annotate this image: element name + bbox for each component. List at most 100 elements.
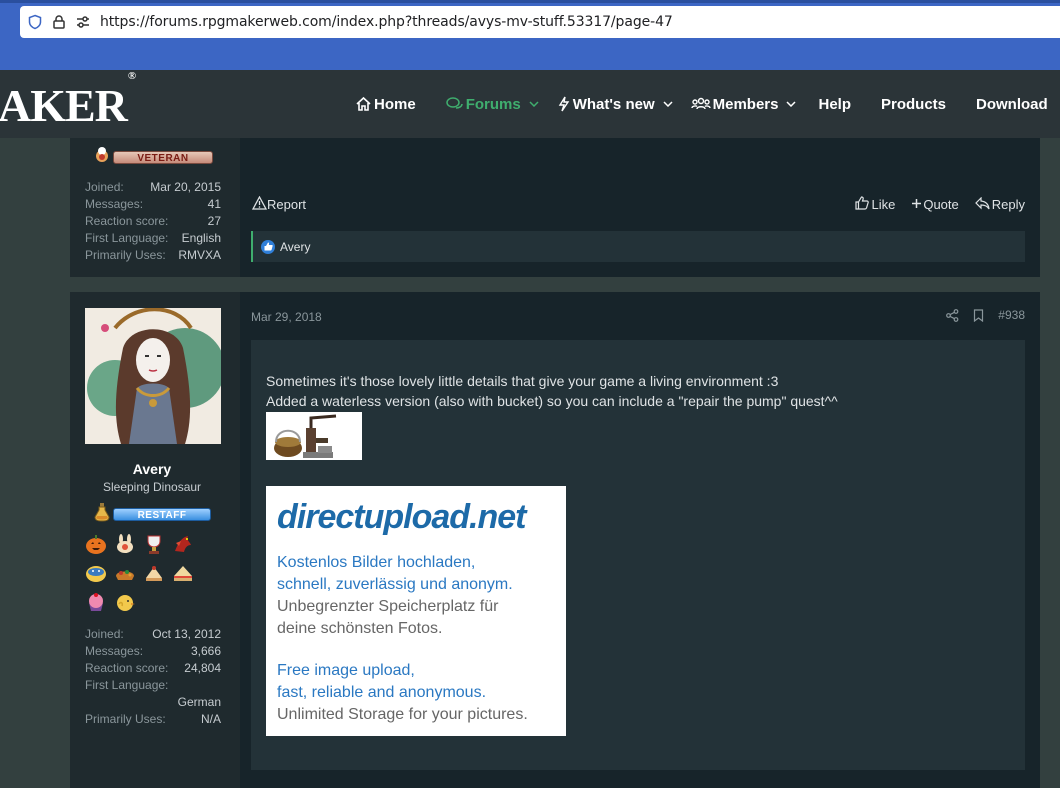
post-meta-actions: #938 <box>932 308 1025 322</box>
cupcake-icon[interactable] <box>84 590 108 614</box>
trophy-cup-icon[interactable] <box>142 532 166 556</box>
stat-messages: Messages: 41 <box>85 197 221 211</box>
message-line-2: Added a waterless version (also with buc… <box>266 393 838 409</box>
bolt-icon <box>557 96 571 112</box>
site-logo[interactable]: AKER® <box>0 70 136 132</box>
previous-post-content: Report Like Quote Reply Avery <box>240 138 1040 277</box>
chevron-down-icon[interactable] <box>786 101 797 107</box>
report-button[interactable]: Report <box>251 195 307 213</box>
snake-icon[interactable] <box>84 561 108 585</box>
url-text[interactable]: https://forums.rpgmakerweb.com/index.php… <box>100 14 673 30</box>
stat-primarily-uses: Primarily Uses: N/A <box>85 712 221 726</box>
stat-first-language-value: German <box>177 695 221 709</box>
previous-post: VETERAN Joined: Mar 20, 2015 Messages: 41 … <box>70 138 1040 277</box>
user-stats: Joined: Oct 13, 2012 Messages: 3,666 React… <box>85 626 221 728</box>
chef-icon <box>93 146 111 169</box>
stat-messages: Messages: 3,666 <box>85 644 221 658</box>
like-button[interactable]: Like <box>855 196 895 213</box>
site-header: AKER® Home Forums What's new Members Hel… <box>0 70 1060 138</box>
avatar-illustration <box>85 308 221 444</box>
nav-download-label: Download <box>976 95 1048 113</box>
pump-sprite-image[interactable] <box>266 412 362 460</box>
like-reaction-icon <box>261 239 275 254</box>
dragon-icon[interactable] <box>171 532 195 556</box>
users-icon <box>690 96 711 112</box>
nav-home-label: Home <box>374 95 416 113</box>
warning-icon <box>251 195 268 213</box>
du-line-1: Kostenlos Bilder hochladen, <box>277 554 476 571</box>
reply-icon <box>974 196 990 213</box>
plus-icon <box>911 197 922 212</box>
directupload-placeholder-image[interactable]: directupload.net Kostenlos Bilder hochla… <box>266 486 566 736</box>
browser-top-edge <box>0 0 1060 3</box>
reaction-user-link[interactable]: Avery <box>280 240 310 254</box>
share-icon[interactable] <box>946 308 959 322</box>
user-title: Sleeping Dinosaur <box>102 480 202 494</box>
logo-trademark: ® <box>127 69 136 82</box>
post-content: Mar 29, 2018 #938 Sometimes it's those l… <box>240 292 1040 788</box>
stat-joined: Joined: Oct 13, 2012 <box>85 627 221 641</box>
stat-reaction-score: Reaction score: 27 <box>85 214 221 228</box>
stat-joined: Joined: Mar 20, 2015 <box>85 180 221 194</box>
report-label: Report <box>267 197 307 212</box>
nav-products-label: Products <box>881 95 947 113</box>
reactions-bar[interactable]: Avery <box>251 231 1025 262</box>
lock-icon[interactable] <box>50 13 68 31</box>
sandwich-icon[interactable] <box>171 561 195 585</box>
nav-members[interactable]: Members <box>690 70 797 138</box>
water-pump-icon <box>266 412 362 460</box>
du-line-6: fast, reliable and anonymous. <box>277 684 487 701</box>
stat-reaction-score: Reaction score: 24,804 <box>85 661 221 675</box>
nav-forums-label: Forums <box>465 95 521 113</box>
bunny-icon[interactable] <box>113 532 137 556</box>
cake-slice-icon[interactable] <box>142 561 166 585</box>
message-line-1: Sometimes it's those lovely little detai… <box>266 373 779 389</box>
potion-icon <box>93 502 111 527</box>
user-stats: Joined: Mar 20, 2015 Messages: 41 Reaction… <box>85 179 221 264</box>
message-text: Sometimes it's those lovely little detai… <box>266 371 838 411</box>
username[interactable]: Avery <box>70 461 234 477</box>
nav-members-label: Members <box>712 95 779 113</box>
rank-label: RESTAFF <box>113 508 211 521</box>
directupload-logo: directupload.net <box>277 498 526 536</box>
chat-icon <box>445 96 464 112</box>
quote-button[interactable]: Quote <box>911 197 959 212</box>
nav-download[interactable]: Download <box>976 70 1048 138</box>
rank-label: VETERAN <box>113 151 213 164</box>
nav-help-label: Help <box>818 95 851 113</box>
post-date[interactable]: Mar 29, 2018 <box>251 310 322 324</box>
forum-post: Avery Sleeping Dinosaur RESTAFF Joined: O… <box>70 292 1040 788</box>
nav-home[interactable]: Home <box>355 70 416 138</box>
nav-whats-new-label: What's new <box>572 95 655 113</box>
reply-button[interactable]: Reply <box>974 196 1025 213</box>
du-line-5: Free image upload, <box>277 662 415 679</box>
nav-products[interactable]: Products <box>881 70 946 138</box>
chick-icon[interactable] <box>113 590 137 614</box>
rank-badge: VETERAN <box>93 146 213 169</box>
permissions-icon[interactable] <box>74 13 92 31</box>
bookmark-icon[interactable] <box>973 308 984 322</box>
nav-forums[interactable]: Forums <box>445 70 539 138</box>
stat-primarily-uses: Primarily Uses: RMVXA <box>85 248 221 262</box>
post-actions: Like Quote Reply <box>839 196 1025 213</box>
nav-whats-new[interactable]: What's new <box>557 70 673 138</box>
pumpkin-icon[interactable] <box>84 532 108 556</box>
post-number[interactable]: #938 <box>998 308 1025 322</box>
chevron-down-icon[interactable] <box>529 101 539 107</box>
main-nav: Home Forums What's new Members Help Prod… <box>355 70 1048 138</box>
du-line-3: Unbegrenzter Speicherplatz für <box>277 598 499 615</box>
address-bar[interactable]: https://forums.rpgmakerweb.com/index.php… <box>20 6 1060 38</box>
trophy-list <box>84 532 204 619</box>
avatar[interactable] <box>85 308 221 444</box>
chevron-down-icon[interactable] <box>663 101 673 107</box>
like-label: Like <box>871 197 896 212</box>
quote-label: Quote <box>923 197 959 212</box>
home-icon <box>355 96 372 112</box>
du-line-7: Unlimited Storage for your pictures. <box>277 706 528 723</box>
shield-icon[interactable] <box>26 13 44 31</box>
pie-icon[interactable] <box>113 561 137 585</box>
thumbs-up-icon <box>855 196 870 213</box>
rank-badge: RESTAFF <box>93 502 211 527</box>
nav-help[interactable]: Help <box>818 70 851 138</box>
stat-first-language: First Language: <box>85 678 169 692</box>
